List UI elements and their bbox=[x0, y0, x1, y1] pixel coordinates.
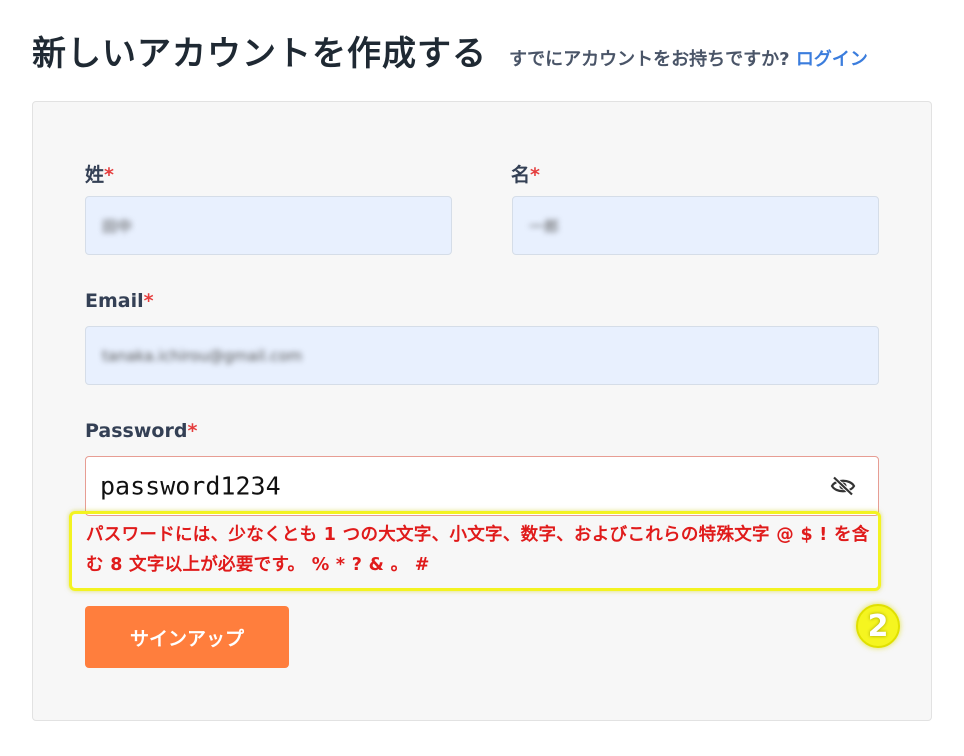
password-field[interactable]: password1234 bbox=[85, 456, 879, 516]
email-value: tanaka.ichirou@gmail.com bbox=[102, 346, 303, 365]
email-label: Email* bbox=[85, 290, 154, 312]
signin-prompt: すでにアカウントをお持ちですか? ログイン bbox=[509, 45, 868, 71]
page-title: 新しいアカウントを作成する bbox=[32, 34, 487, 74]
first-name-value: 一郎 bbox=[529, 217, 560, 235]
step-marker-badge: 2 bbox=[856, 604, 900, 648]
signin-prompt-text: すでにアカウントをお持ちですか? bbox=[509, 49, 790, 70]
signup-button[interactable]: サインアップ bbox=[85, 606, 289, 668]
first-name-input[interactable]: 一郎 bbox=[512, 196, 879, 255]
page-header: 新しいアカウントを作成する すでにアカウントをお持ちですか? ログイン bbox=[32, 26, 942, 74]
eye-slash-icon[interactable] bbox=[830, 476, 856, 496]
email-field[interactable]: tanaka.ichirou@gmail.com bbox=[85, 326, 879, 385]
first-name-label: 名* bbox=[511, 164, 540, 186]
required-mark: * bbox=[530, 164, 540, 186]
password-error-message: パスワードには、少なくとも 1 つの大文字、小文字、数字、およびこれらの特殊文字… bbox=[86, 525, 870, 575]
required-mark: * bbox=[187, 420, 198, 442]
password-value: password1234 bbox=[100, 471, 281, 501]
required-mark: * bbox=[104, 164, 114, 186]
last-name-input[interactable]: 田中 bbox=[85, 196, 452, 255]
password-error-highlight: パスワードには、少なくとも 1 つの大文字、小文字、数字、およびこれらの特殊文字… bbox=[69, 511, 881, 591]
required-mark: * bbox=[143, 290, 154, 312]
login-link[interactable]: ログイン bbox=[796, 49, 868, 70]
signup-form-card: 姓* 田中 名* 一郎 Email* tanaka.ichirou@gmail.… bbox=[32, 101, 932, 721]
last-name-value: 田中 bbox=[102, 217, 133, 235]
last-name-label: 姓* bbox=[85, 164, 114, 186]
password-label: Password* bbox=[85, 420, 198, 442]
